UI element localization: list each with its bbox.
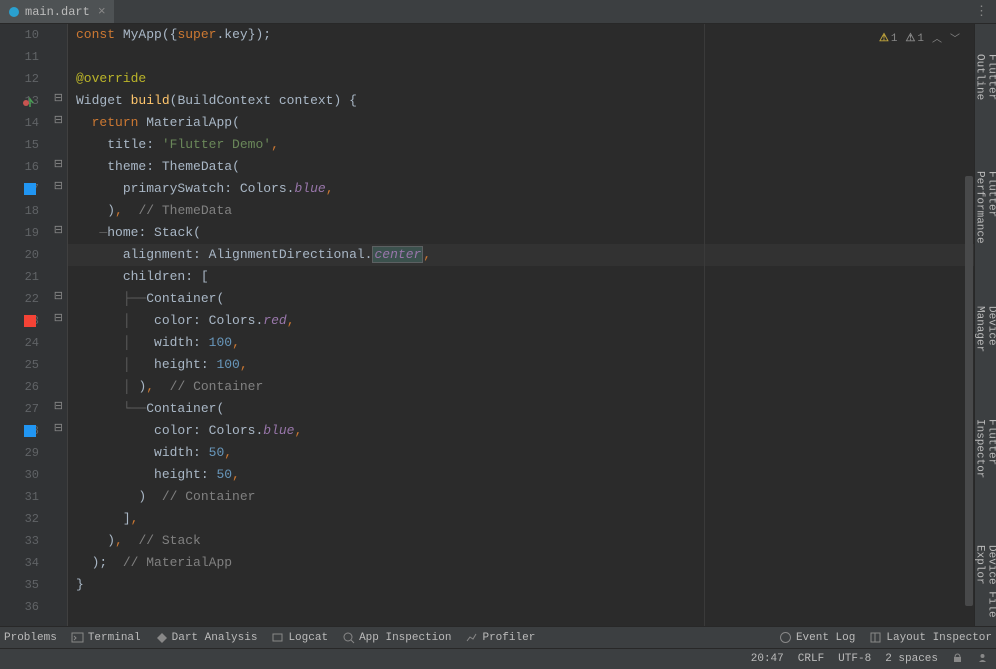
panel-label: Device File Explor [974, 545, 996, 626]
dart-analysis-tab[interactable]: Dart Analysis [155, 631, 258, 644]
terminal-icon [71, 631, 84, 644]
color-swatch-blue[interactable] [24, 183, 36, 195]
problems-tab[interactable]: Problems [4, 632, 57, 644]
status-bar: 20:47 CRLF UTF-8 2 spaces [0, 648, 996, 669]
fold-icon[interactable]: ⊟ [53, 292, 63, 302]
tab-label: Profiler [482, 632, 535, 644]
line-separator[interactable]: CRLF [798, 653, 824, 665]
tab-label: Problems [4, 632, 57, 644]
margin-guide [704, 24, 705, 626]
tab-label: Event Log [796, 632, 855, 644]
code-editor[interactable]: const MyApp({super.key}); @override Widg… [68, 24, 974, 626]
logcat-tab[interactable]: Logcat [271, 631, 328, 644]
line-number: 10 [21, 24, 39, 46]
flutter-performance-panel[interactable]: Flutter Performance [974, 171, 996, 256]
fold-icon[interactable]: ⊟ [53, 182, 63, 192]
weak-warning-count: 1 [917, 33, 924, 45]
line-number: 32 [21, 508, 39, 530]
panel-label: Flutter Performance [974, 171, 996, 256]
event-log-icon [779, 631, 792, 644]
tab-label: Layout Inspector [886, 632, 992, 644]
layout-inspector-tab[interactable]: Layout Inspector [869, 631, 992, 644]
indent-setting[interactable]: 2 spaces [885, 653, 938, 665]
device-file-explorer-panel[interactable]: Device File Explor [974, 545, 996, 626]
tab-label: Logcat [288, 632, 328, 644]
line-number: 35 [21, 574, 39, 596]
profiler-icon [465, 631, 478, 644]
flutter-inspector-panel[interactable]: Flutter Inspector [974, 419, 996, 495]
line-number: 30 [21, 464, 39, 486]
line-number: 14 [21, 112, 39, 134]
inspect-icon [342, 631, 355, 644]
scrollbar-thumb[interactable] [965, 176, 973, 606]
next-highlight-icon[interactable]: ﹀ [950, 30, 960, 46]
fold-icon[interactable]: ⊟ [53, 424, 63, 434]
line-number: 25 [21, 354, 39, 376]
editor-tab-bar: main.dart × ⋮ [0, 0, 996, 24]
panel-label: Flutter Outline [974, 54, 996, 121]
warning-count: 1 [891, 33, 898, 45]
flutter-outline-panel[interactable]: Flutter Outline [974, 54, 996, 121]
cursor-position[interactable]: 20:47 [751, 653, 784, 665]
editor-area: 10 11 12 ⊟13 ⊟14 15 ⊟16 ⊟17 18 ⊟19 20 21… [0, 24, 996, 626]
fold-icon[interactable]: ⊟ [53, 402, 63, 412]
panel-label: Flutter Inspector [974, 419, 996, 495]
fold-icon[interactable]: ⊟ [53, 94, 63, 104]
fold-icon[interactable]: ⊟ [53, 226, 63, 236]
dart-file-icon [8, 6, 20, 18]
override-gutter-icon[interactable] [22, 95, 34, 107]
line-number: 11 [21, 46, 39, 68]
color-swatch-blue[interactable] [24, 425, 36, 437]
layout-icon [869, 631, 882, 644]
tab-label: main.dart [25, 5, 90, 19]
line-number: 12 [21, 68, 39, 90]
warning-icon: ⚠ [879, 33, 889, 45]
scrollbar[interactable] [964, 24, 974, 626]
line-number: 31 [21, 486, 39, 508]
line-number: 34 [21, 552, 39, 574]
profiler-tab[interactable]: Profiler [465, 631, 535, 644]
device-manager-panel[interactable]: Device Manager [974, 306, 996, 369]
logcat-icon [271, 631, 284, 644]
prev-highlight-icon[interactable]: ︿ [932, 30, 942, 46]
tab-label: Terminal [88, 632, 141, 644]
fold-icon[interactable]: ⊟ [53, 314, 63, 324]
gutter: 10 11 12 ⊟13 ⊟14 15 ⊟16 ⊟17 18 ⊟19 20 21… [0, 24, 68, 626]
line-number: 33 [21, 530, 39, 552]
weak-warning-icon: ⚠ [906, 33, 916, 45]
line-number: 20 [21, 244, 39, 266]
panel-label: Device Manager [974, 306, 996, 369]
event-log-tab[interactable]: Event Log [779, 631, 855, 644]
line-number: 36 [21, 596, 39, 618]
close-icon[interactable]: × [98, 4, 106, 19]
right-tool-sidebar: Flutter Outline Flutter Performance Devi… [974, 24, 996, 626]
terminal-tab[interactable]: Terminal [71, 631, 141, 644]
dart-icon [155, 631, 168, 644]
fold-icon[interactable]: ⊟ [53, 160, 63, 170]
color-swatch-red[interactable] [24, 315, 36, 327]
bottom-tool-bar: Problems Terminal Dart Analysis Logcat A… [0, 626, 996, 648]
user-icon[interactable] [977, 652, 988, 667]
tab-menu-icon[interactable]: ⋮ [967, 4, 996, 19]
line-number: 18 [21, 200, 39, 222]
tab-label: App Inspection [359, 632, 451, 644]
readonly-lock-icon[interactable] [952, 652, 963, 667]
app-inspection-tab[interactable]: App Inspection [342, 631, 451, 644]
fold-icon[interactable]: ⊟ [53, 116, 63, 126]
line-number: 21 [21, 266, 39, 288]
line-number: 26 [21, 376, 39, 398]
line-number: 27 [21, 398, 39, 420]
line-number: 16 [21, 156, 39, 178]
line-number: 22 [21, 288, 39, 310]
line-number: 29 [21, 442, 39, 464]
line-number: 15 [21, 134, 39, 156]
line-number: 19 [21, 222, 39, 244]
file-tab-main-dart[interactable]: main.dart × [0, 0, 114, 23]
line-number: 24 [21, 332, 39, 354]
tab-label: Dart Analysis [172, 632, 258, 644]
inspection-summary[interactable]: ⚠1 ⚠1 ︿ ﹀ [879, 30, 960, 46]
file-encoding[interactable]: UTF-8 [838, 653, 871, 665]
